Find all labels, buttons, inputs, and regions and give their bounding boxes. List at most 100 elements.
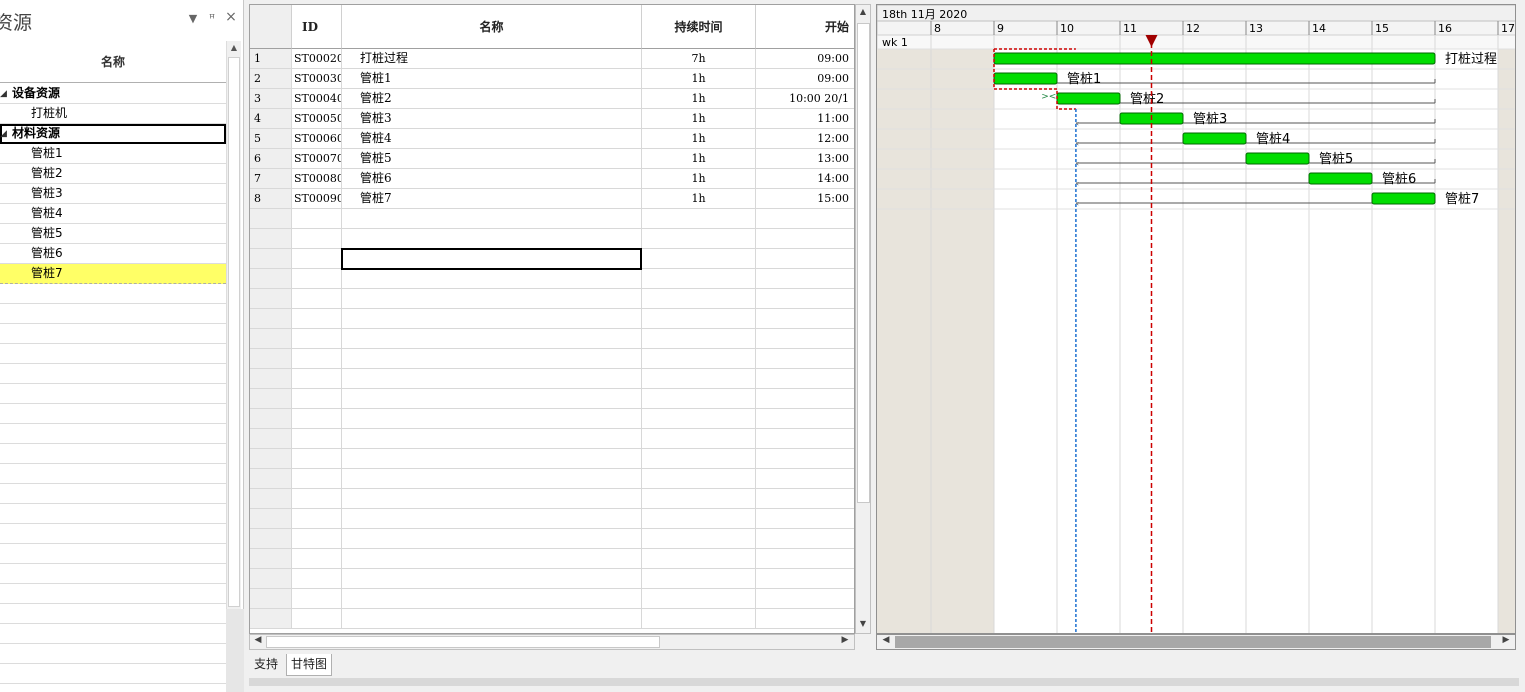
row-number-cell[interactable] [250,269,292,289]
grid-cell[interactable] [342,209,642,229]
grid-cell[interactable] [756,209,854,229]
scrollbar-thumb[interactable] [266,636,660,648]
grid-vertical-scrollbar[interactable]: ▲ ▼ [855,4,871,634]
gantt-canvas[interactable]: 18th 11月 2020wk 18 9 10 11 12 13 14 15 16 17‹‹‹‹‹… [877,5,1516,634]
grid-cell[interactable] [292,269,342,289]
grid-cell[interactable] [342,229,642,249]
grid-cell[interactable] [756,509,854,529]
row-number-cell[interactable] [250,529,292,549]
grid-cell[interactable] [756,289,854,309]
row-number-cell[interactable]: 4 [250,109,292,129]
grid-cell[interactable] [756,409,854,429]
grid-cell[interactable] [756,229,854,249]
grid-cell[interactable] [642,229,756,249]
cell-name[interactable]: 管桩3 [342,109,642,129]
scrollbar-thumb[interactable] [228,57,240,607]
grid-cell[interactable] [642,589,756,609]
row-number-cell[interactable]: 8 [250,189,292,209]
cell-duration[interactable]: 1h [642,129,756,149]
row-number-cell[interactable] [250,249,292,269]
grid-cell[interactable] [292,469,342,489]
cell-name[interactable]: 打桩过程 [342,49,642,69]
row-number-cell[interactable]: 2 [250,69,292,89]
grid-cell[interactable] [342,569,642,589]
pin-icon[interactable]: ꟸ [205,12,219,25]
resource-row[interactable]: 管桩7 [0,264,226,284]
row-number-cell[interactable] [250,509,292,529]
column-header[interactable]: 持续时间 [642,5,756,49]
expand-icon[interactable]: ◢ [0,125,7,144]
grid-cell[interactable] [756,449,854,469]
cell-name[interactable]: 管桩6 [342,169,642,189]
cell-duration[interactable]: 1h [642,89,756,109]
column-header[interactable]: ID [292,5,342,49]
grid-cell[interactable] [642,349,756,369]
grid-cell[interactable] [292,209,342,229]
row-number-cell[interactable] [250,389,292,409]
scroll-up-icon[interactable]: ▲ [227,43,241,52]
grid-cell[interactable] [342,349,642,369]
cell-duration[interactable]: 7h [642,49,756,69]
grid-cell[interactable] [756,429,854,449]
grid-cell[interactable] [292,349,342,369]
row-number-cell[interactable] [250,609,292,629]
grid-cell[interactable] [292,369,342,389]
expand-icon[interactable]: ◢ [0,85,7,104]
grid-cell[interactable] [292,489,342,509]
cell-id[interactable]: ST00020 [292,49,342,69]
grid-cell[interactable] [756,309,854,329]
scroll-right-icon[interactable]: ▶ [1499,635,1513,645]
resource-row[interactable]: 管桩3 [0,184,226,204]
cell-start[interactable]: 15:00 [756,189,854,209]
row-number-cell[interactable]: 7 [250,169,292,189]
row-number-cell[interactable] [250,329,292,349]
scrollbar-thumb[interactable] [857,23,870,503]
grid-cell[interactable] [292,609,342,629]
grid-cell[interactable] [756,269,854,289]
row-number-cell[interactable] [250,209,292,229]
resource-group-row[interactable]: ◢ 材料资源 [0,124,226,144]
grid-cell[interactable] [756,349,854,369]
grid-cell[interactable] [642,489,756,509]
resource-group-row[interactable]: ◢ 设备资源 [0,84,226,104]
grid-cell[interactable] [342,529,642,549]
grid-cell[interactable] [292,569,342,589]
grid-cell[interactable] [756,569,854,589]
grid-cell[interactable] [292,529,342,549]
grid-cell[interactable] [756,369,854,389]
grid-cell[interactable] [292,409,342,429]
grid-horizontal-scrollbar[interactable]: ◀ ▶ [249,634,855,650]
grid-cell[interactable] [292,329,342,349]
selected-cell[interactable] [341,248,642,270]
resource-column-header[interactable]: 名称 [0,41,226,83]
row-number-cell[interactable] [250,569,292,589]
row-number-cell[interactable]: 5 [250,129,292,149]
cell-name[interactable]: 管桩7 [342,189,642,209]
grid-cell[interactable] [642,429,756,449]
grid-cell[interactable] [642,289,756,309]
cell-start[interactable]: 11:00 [756,109,854,129]
cell-name[interactable]: 管桩2 [342,89,642,109]
grid-cell[interactable] [642,329,756,349]
resource-row[interactable]: 管桩6 [0,244,226,264]
grid-cell[interactable] [642,529,756,549]
scroll-left-icon[interactable]: ◀ [879,635,893,645]
grid-cell[interactable] [292,229,342,249]
row-number-cell[interactable]: 3 [250,89,292,109]
grid-cell[interactable] [292,289,342,309]
row-number-cell[interactable] [250,409,292,429]
grid-cell[interactable] [756,469,854,489]
row-number-cell[interactable] [250,349,292,369]
scroll-up-icon[interactable]: ▲ [856,7,870,16]
grid-cell[interactable] [642,469,756,489]
grid-cell[interactable] [756,549,854,569]
row-number-cell[interactable] [250,309,292,329]
resource-row[interactable]: 管桩1 [0,144,226,164]
cell-name[interactable]: 管桩1 [342,69,642,89]
grid-cell[interactable] [292,389,342,409]
grid-cell[interactable] [756,329,854,349]
row-number-header[interactable] [250,5,292,49]
grid-cell[interactable] [292,309,342,329]
column-header[interactable]: 名称 [342,5,642,49]
row-number-cell[interactable] [250,369,292,389]
